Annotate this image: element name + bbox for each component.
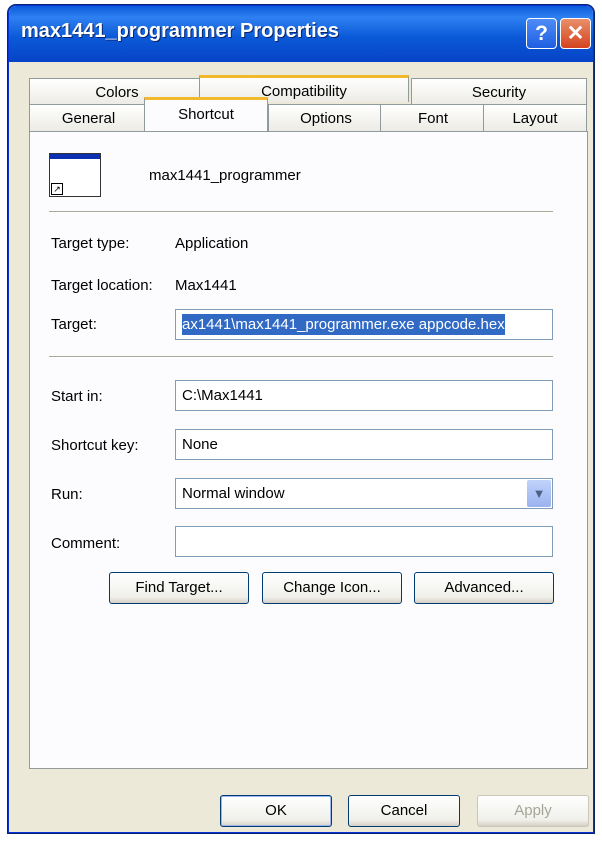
cancel-button[interactable]: Cancel [348, 795, 460, 827]
comment-label: Comment: [51, 535, 121, 552]
advanced-button[interactable]: Advanced... [414, 572, 554, 604]
separator [49, 211, 553, 213]
target-type-label: Target type: [51, 235, 130, 252]
run-label: Run: [51, 486, 83, 503]
shortcut-name: max1441_programmer [149, 167, 301, 184]
target-label: Target: [51, 316, 97, 333]
target-location-label: Target location: [51, 277, 153, 294]
shortcut-key-input[interactable]: None [175, 429, 553, 460]
start-in-label: Start in: [51, 388, 103, 405]
target-input-value: ax1441\max1441_programmer.exe appcode.he… [182, 314, 505, 335]
close-button[interactable]: ✕ [560, 18, 591, 49]
separator [49, 356, 553, 358]
change-icon-button[interactable]: Change Icon... [262, 572, 402, 604]
run-select[interactable]: Normal window ▼ [175, 478, 553, 509]
target-input[interactable]: ax1441\max1441_programmer.exe appcode.he… [175, 309, 553, 340]
properties-dialog: max1441_programmer Properties ? ✕ Colors… [8, 5, 594, 833]
target-location-value: Max1441 [175, 277, 237, 294]
tab-layout[interactable]: Layout [483, 104, 587, 131]
help-button[interactable]: ? [526, 18, 557, 49]
start-in-input[interactable]: C:\Max1441 [175, 380, 553, 411]
tab-security[interactable]: Security [411, 78, 587, 105]
tab-general[interactable]: General [29, 104, 148, 131]
tab-options[interactable]: Options [268, 104, 384, 131]
window-title: max1441_programmer Properties [21, 20, 339, 42]
chevron-down-icon[interactable]: ▼ [527, 480, 551, 507]
find-target-button[interactable]: Find Target... [109, 572, 249, 604]
tab-strip: Colors Compatibility Security General Sh… [9, 62, 593, 132]
shortcut-icon: ↗ [49, 153, 101, 197]
target-type-value: Application [175, 235, 249, 252]
run-select-value: Normal window [182, 485, 285, 502]
shortcut-key-label: Shortcut key: [51, 437, 139, 454]
comment-input[interactable] [175, 526, 553, 557]
tab-shortcut[interactable]: Shortcut [144, 97, 268, 131]
tab-font[interactable]: Font [380, 104, 486, 131]
title-bar[interactable]: max1441_programmer Properties ? ✕ [9, 6, 593, 62]
apply-button[interactable]: Apply [477, 795, 589, 827]
ok-button[interactable]: OK [220, 795, 332, 827]
